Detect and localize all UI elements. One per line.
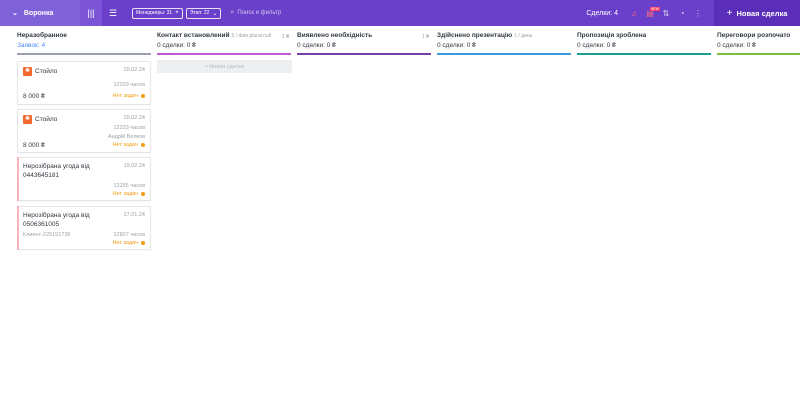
column-count: 0 сделки: 0 ₴ (297, 42, 336, 49)
deal-title-text: Стойло (35, 68, 58, 76)
search-input[interactable]: ⌕ Поиск и фильтр (230, 9, 281, 17)
column-negotiations-started: Переговори розпочато 0 сделки: 0 ₴ (717, 32, 800, 55)
columns-icon: ||| (87, 8, 95, 18)
deal-price: 8 000 ₴ (23, 93, 45, 100)
column-presentation-done: Здійснено презентацію 1 / день 0 сделки: … (437, 32, 571, 55)
chevron-down-icon[interactable]: ⌄ (212, 10, 217, 17)
deal-title: Нерозібрана угода від 0506361005 (23, 212, 90, 228)
new-deal-label: Новая сделка (736, 8, 788, 18)
task-status-text: Нет задач (112, 142, 139, 148)
plus-icon: + (726, 7, 733, 19)
column-color-line (17, 53, 151, 55)
filter-chip-managers[interactable]: Менеджеры: 31 × (132, 7, 183, 19)
task-status-text: Нет задач (112, 240, 139, 246)
column-subtitle: 5 / date.plural.null (231, 33, 272, 39)
add-deal-slot[interactable]: + Новая сделка (157, 60, 292, 73)
warning-dot-icon (141, 143, 145, 147)
funnel-selector[interactable]: ⌄ Воронка (0, 0, 80, 26)
deal-hours: 12233 часов (113, 125, 145, 131)
topbar-right: Сделки: 4 ♫ ▤ NEW ⇅ ◔ ⋮ + Новая сделка (586, 0, 800, 26)
deal-card[interactable]: ✺ Стойло 20.02.24 12233 часов Нет задач 8… (17, 61, 151, 105)
task-status[interactable]: Нет задач (112, 93, 145, 99)
sort-icon[interactable]: ⇅ (658, 0, 674, 26)
task-status[interactable]: Нет задач (112, 240, 145, 246)
column-title: Здійснено презентацію 1 / день (437, 32, 571, 41)
deal-title: Нерозібрана угода від 0443645181 (23, 163, 90, 179)
deal-hours: 12255 часов (113, 183, 145, 189)
warning-dot-icon (141, 241, 145, 245)
more-icon[interactable]: ⋮ (690, 0, 706, 26)
warning-dot-icon (141, 94, 145, 98)
search-icon: ⌕ (230, 9, 235, 16)
column-count: 0 сделки: 0 ₴ (577, 42, 616, 49)
column-subtitle: 1 / день (514, 33, 533, 39)
column-sum: 1 ₴ (422, 34, 429, 40)
task-status[interactable]: Нет задач (112, 142, 145, 148)
kanban-view-button[interactable]: ||| (80, 0, 102, 26)
deal-card[interactable]: ✺ Стойло 20.02.24 12233 часов Андрій Волк… (17, 109, 151, 153)
column-count: 0 сделки: 0 ₴ (437, 42, 476, 49)
notification-bell-icon[interactable]: ♫ (626, 0, 642, 26)
column-title: Переговори розпочато (717, 32, 791, 39)
deal-owner: Андрій Волков (107, 134, 145, 140)
task-status-text: Нет задач (112, 191, 139, 197)
pipeline-board: Неразобранное Заявок: 4 Контакт встановл… (0, 26, 800, 400)
clock-icon[interactable]: ◔ (674, 0, 690, 26)
calendar-icon[interactable]: ▤ NEW (642, 0, 660, 26)
column-offer-made: Пропозиція зроблена 0 сделки: 0 ₴ (577, 32, 711, 55)
column-unsorted: Неразобранное Заявок: 4 (17, 32, 151, 55)
new-deal-button[interactable]: + Новая сделка (714, 0, 800, 26)
deal-date: 19.02.24 (123, 163, 145, 169)
column-need-identified: Виявлено необхідність 1 ₴ 0 сделки: 0 ₴ (297, 32, 431, 55)
deal-date: 27.01.24 (123, 212, 145, 218)
deal-date: 20.02.24 (123, 115, 145, 121)
filter-chip-label: Этап: 22 (189, 10, 210, 16)
column-count: 0 сделки: 0 ₴ (717, 42, 756, 49)
chevron-down-icon: ⌄ (12, 10, 18, 17)
deal-hours: 12233 часов (113, 82, 145, 88)
deal-title: ✺ Стойло (23, 115, 118, 125)
filter-chip-label: Менеджеры: 31 (136, 10, 173, 16)
column-title-text: Здійснено презентацію (437, 32, 513, 39)
column-contact-established: Контакт встановлений 5 / date.plural.null… (157, 32, 291, 55)
deal-date: 20.02.24 (123, 67, 145, 73)
task-status-text: Нет задач (112, 93, 139, 99)
column-sum: 1 ₴ (282, 34, 289, 40)
list-icon: ☰ (108, 7, 118, 18)
search-placeholder: Поиск и фильтр (237, 10, 282, 16)
deal-title: ✺ Стойло (23, 67, 118, 77)
deals-count: Сделки: 4 (586, 9, 618, 17)
column-color-line (297, 53, 431, 55)
deal-client[interactable]: Клиент-225151736 (23, 232, 70, 238)
list-view-button[interactable]: ☰ (102, 0, 124, 26)
top-bar: ⌄ Воронка ||| ☰ Менеджеры: 31 × Этап: 22… (0, 0, 800, 26)
column-color-line (717, 53, 800, 55)
deal-price: 8 000 ₴ (23, 142, 45, 149)
column-title-text: Виявлено необхідність (297, 32, 373, 39)
column-title-text: Контакт встановлений (157, 32, 230, 39)
column-title: Пропозиція зроблена (577, 32, 647, 39)
task-status[interactable]: Нет задач (112, 191, 145, 197)
deal-hours: 12807 часов (113, 232, 145, 238)
card-accent-border (17, 206, 19, 250)
column-color-line (437, 53, 571, 55)
close-icon[interactable]: × (175, 10, 179, 16)
deal-card[interactable]: Нерозібрана угода від 0443645181 19.02.2… (17, 157, 151, 201)
column-title: Неразобранное (17, 32, 68, 39)
column-count[interactable]: Заявок: 4 (17, 42, 151, 51)
column-title: Контакт встановлений 5 / date.plural.null… (157, 32, 291, 41)
column-count: 0 сделки: 0 ₴ (157, 42, 196, 49)
card-accent-border (17, 157, 19, 201)
deal-card[interactable]: Нерозібрана угода від 0506361005 27.01.2… (17, 206, 151, 250)
funnel-label: Воронка (23, 9, 54, 17)
column-color-line (577, 53, 711, 55)
filter-chip-stage[interactable]: Этап: 22 ⌄ (185, 7, 222, 19)
source-icon: ✺ (23, 67, 32, 76)
column-title: Виявлено необхідність 1 ₴ (297, 32, 431, 41)
deal-title-text: Стойло (35, 116, 58, 124)
filter-chips: Менеджеры: 31 × Этап: 22 ⌄ (132, 7, 224, 19)
column-color-line (157, 53, 291, 55)
warning-dot-icon (141, 192, 145, 196)
source-icon: ✺ (23, 115, 32, 124)
